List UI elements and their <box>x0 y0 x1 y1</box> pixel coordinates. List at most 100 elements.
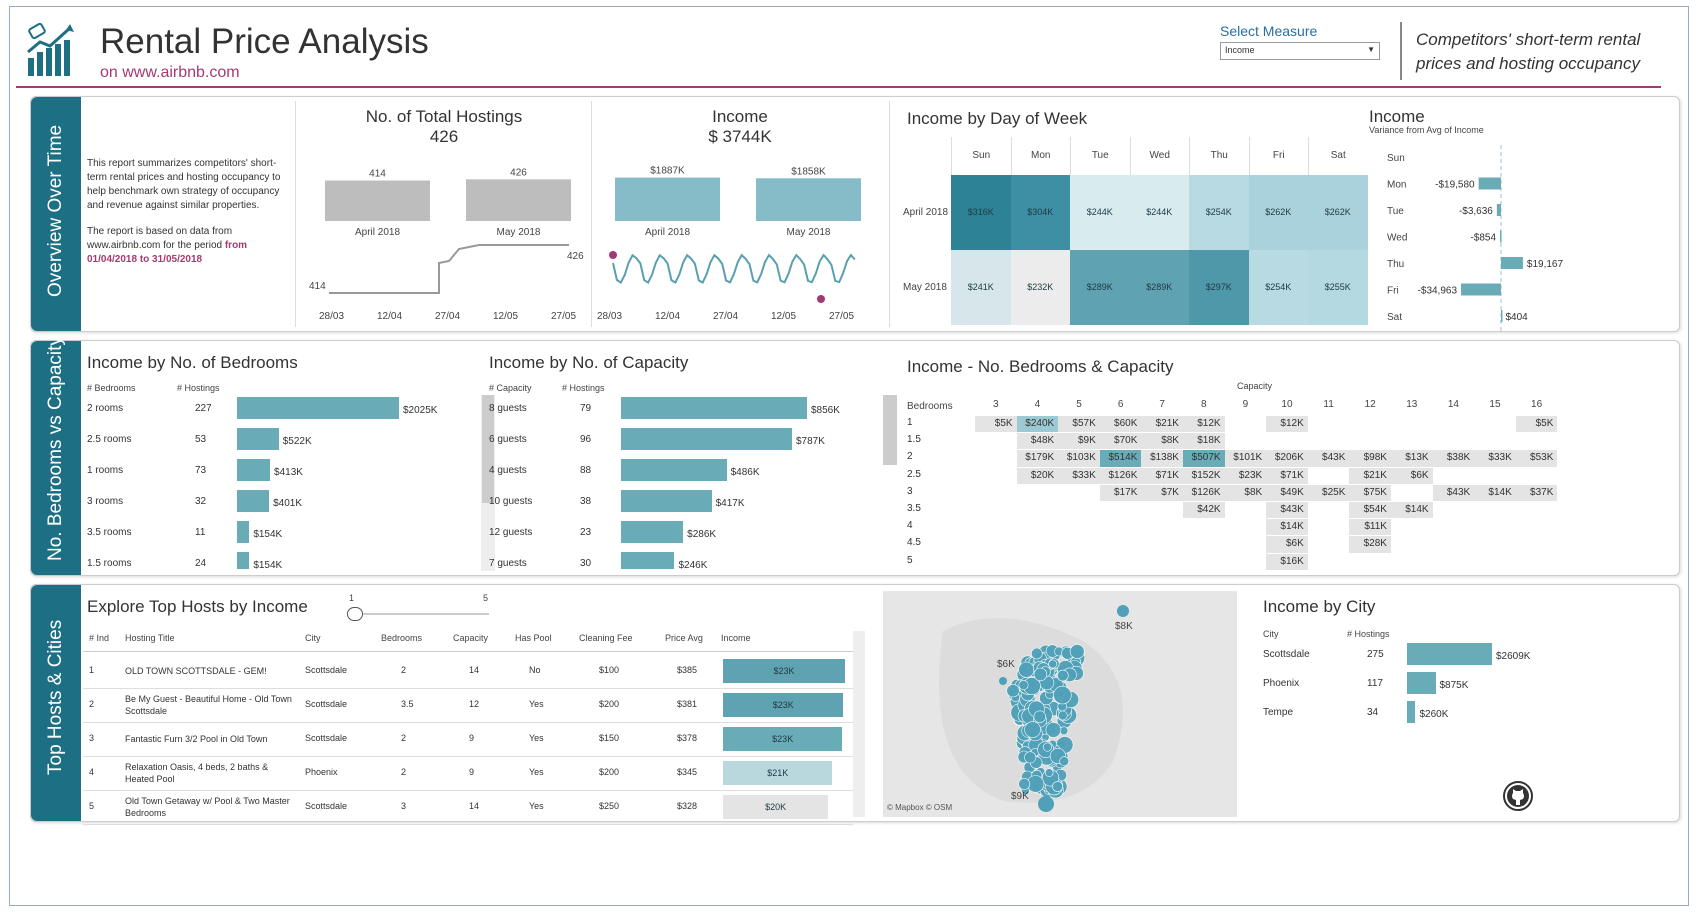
hosts-pool: Yes <box>529 801 544 811</box>
measure-select[interactable]: Income ▼ <box>1220 42 1380 60</box>
hosts-capacity: 14 <box>469 665 480 675</box>
hosts-pool: Yes <box>529 767 544 777</box>
hostings-end-label: 426 <box>567 251 584 262</box>
map-bubble <box>1058 710 1068 721</box>
hosts-ind: 3 <box>89 733 95 743</box>
matrix-row-label: 5 <box>907 554 913 566</box>
dow-cell: $262K <box>1308 175 1368 250</box>
dow-day-header: Wed <box>1129 137 1190 175</box>
matrix-cell: $71K <box>1141 467 1183 484</box>
hosts-pool: No <box>529 665 541 675</box>
map-bubble <box>1052 781 1063 792</box>
hosts-pool: Yes <box>529 699 544 709</box>
matrix-cell: $20K <box>1016 467 1059 484</box>
city-label: Phoenix <box>1263 678 1300 689</box>
capacity-title: Income by No. of Capacity <box>489 353 689 372</box>
matrix-col-header: 15 <box>1489 399 1501 410</box>
bedrooms-tab: No. Bedrooms vs Capacity <box>31 336 81 575</box>
matrix-col-header: 12 <box>1364 399 1376 410</box>
dow-day-header: Thu <box>1189 137 1249 175</box>
dow-cell: $244K <box>1070 175 1130 250</box>
map-bubble <box>1044 768 1054 777</box>
capacity-bar <box>621 397 807 419</box>
slider-handle[interactable] <box>347 607 363 621</box>
dow-day-header: Mon <box>1010 137 1071 175</box>
matrix-cell: $152K <box>1183 467 1225 484</box>
variance-day-label: Fri <box>1387 286 1399 297</box>
hosts-city: Scottsdale <box>305 801 348 811</box>
matrix-cell: $138K <box>1141 450 1183 467</box>
income-bar <box>615 177 720 221</box>
hosts-row-line <box>83 756 853 757</box>
income-x-tick: 28/03 <box>597 311 622 322</box>
hosts-row-line <box>83 790 853 791</box>
map[interactable]: $8K $6K $9K © Mapbox © OSM <box>883 591 1237 817</box>
matrix-cell: $42K <box>1183 502 1225 519</box>
hosts-header: Bedrooms <box>381 633 423 643</box>
capacity-row-label: 12 guests <box>489 527 533 538</box>
hosts-price: $345 <box>677 767 698 777</box>
hosts-bedrooms: 3 <box>401 801 407 811</box>
hosts-capacity: 9 <box>469 767 475 777</box>
variance-title: Income <box>1369 107 1425 126</box>
capacity-bar-value: $486K <box>730 467 760 478</box>
map-canvas: $8K $6K $9K <box>883 591 1237 817</box>
bedrooms-bar <box>237 521 250 543</box>
bedrooms-bar-value: $522K <box>282 436 312 447</box>
hosts-ind: 5 <box>89 801 95 811</box>
bedrooms-row-label: 2.5 rooms <box>87 434 132 445</box>
city-bar-value: $875K <box>1439 680 1469 691</box>
capacity-row-label: 6 guests <box>489 434 527 445</box>
matrix-cell: $98K <box>1349 450 1391 467</box>
capacity-row-label: 7 guests <box>489 558 527 569</box>
matrix-cell: $14K <box>1266 519 1308 536</box>
hostings-x-tick: 27/04 <box>435 311 460 322</box>
total-hostings-card: No. of Total Hostings 426 414 April 2018 4… <box>299 105 589 329</box>
hosts-header-line <box>83 651 853 652</box>
map-bubble <box>1059 756 1070 767</box>
matrix-cell: $49K <box>1266 484 1308 501</box>
income-x-tick: 27/05 <box>829 311 854 322</box>
github-icon[interactable] <box>1503 781 1533 811</box>
variance-bar-label: -$854 <box>1470 233 1496 244</box>
matrix-cell: $37K <box>1515 484 1558 501</box>
hosts-fee: $100 <box>599 665 620 675</box>
variance-bar-label: -$3,636 <box>1459 206 1493 217</box>
matrix-col-title: Capacity <box>1237 381 1273 391</box>
page-title: Rental Price Analysis <box>100 22 429 61</box>
dow-cell: $254K <box>1189 175 1249 250</box>
matrix-cell: $240K <box>1016 416 1059 433</box>
matrix-col-header: 16 <box>1531 399 1543 410</box>
variance-bar <box>1500 230 1502 243</box>
income-x-tick: 12/04 <box>655 311 680 322</box>
matrix-row-label: 1.5 <box>907 434 921 446</box>
hostings-x-tick: 12/04 <box>377 311 402 322</box>
bedrooms-row-hostings: 24 <box>195 558 207 569</box>
matrix-cell: $17K <box>1099 484 1142 501</box>
matrix-cell: $514K <box>1099 450 1142 467</box>
dow-cell: $289K <box>1129 250 1189 325</box>
city-hostings: 275 <box>1367 649 1384 660</box>
capacity-row-hostings: 88 <box>580 465 592 476</box>
hosts-income-bar: $23K <box>723 727 843 751</box>
hosts-scrollbar[interactable] <box>853 631 865 817</box>
dow-day-header: Sat <box>1308 137 1368 175</box>
map-bubble <box>1057 669 1069 682</box>
top-hosts-table: # Ind Hosting Title City Bedrooms Capacity Ha… <box>83 621 883 825</box>
matrix-cell: $14K <box>1391 502 1433 519</box>
variance-day-label: Wed <box>1387 233 1407 244</box>
income-card: Income $ 3744K $1887K April 2018 $1858K May… <box>595 105 885 329</box>
hostings-start-label: 414 <box>309 281 326 292</box>
matrix-cell: $12K <box>1183 416 1225 433</box>
hosts-price: $328 <box>677 801 698 811</box>
capacity-scrollbar[interactable] <box>883 395 897 465</box>
variance-chart: Sun Mon -$19,580 Tue -$3,636 Wed -$854 Thu $19,1… <box>1387 145 1563 331</box>
map-bubble <box>1038 796 1054 812</box>
top-hosts-slider[interactable] <box>349 613 489 615</box>
variance-bar <box>1501 310 1503 322</box>
capacity-row-hostings: 96 <box>580 434 592 445</box>
capacity-bar-value: $246K <box>678 560 708 569</box>
dow-cell: $316K <box>951 175 1011 250</box>
measure-select-value: Income <box>1225 45 1255 55</box>
matrix-cell: $23K <box>1224 467 1267 484</box>
